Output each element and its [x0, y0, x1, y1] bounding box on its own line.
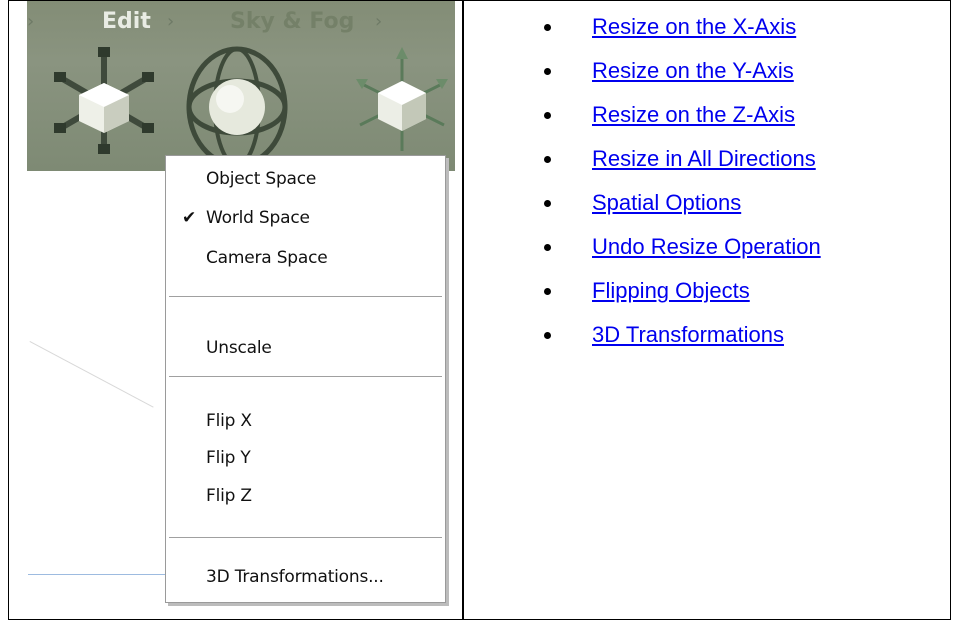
link-3d-transformations[interactable]: 3D Transformations — [592, 313, 784, 357]
menu-separator — [169, 376, 442, 380]
bullet-icon — [544, 244, 551, 251]
bullet-icon — [544, 288, 551, 295]
bullet-icon — [544, 68, 551, 75]
menu-item-flip-x[interactable]: Flip X — [206, 411, 252, 431]
link-flipping-objects[interactable]: Flipping Objects — [592, 269, 750, 313]
menu-item-unscale[interactable]: Unscale — [206, 338, 272, 358]
scale-axes-icon[interactable] — [49, 43, 159, 163]
menu-separator — [169, 537, 442, 541]
screenshot-cell: › Edit › Sky & Fog › Object Space ✔ Worl… — [10, 1, 464, 619]
rotate-gyro-icon[interactable] — [182, 43, 292, 171]
link-undo-resize[interactable]: Undo Resize Operation — [592, 225, 821, 269]
menu-item-3d-transformations[interactable]: 3D Transformations... — [206, 567, 384, 587]
tool-strip: › Edit › Sky & Fog › — [27, 1, 455, 171]
bullet-icon — [544, 332, 551, 339]
menu-item-flip-y[interactable]: Flip Y — [206, 448, 251, 468]
menu-item-object-space[interactable]: Object Space — [206, 169, 316, 189]
layout-table: › Edit › Sky & Fog › Object Space ✔ Worl… — [8, 0, 951, 620]
link-resize-x-axis[interactable]: Resize on the X-Axis — [592, 5, 796, 49]
nav-right-arrow-icon[interactable]: › — [375, 11, 382, 32]
bullet-icon — [544, 200, 551, 207]
sky-fog-nav-label[interactable]: Sky & Fog — [230, 9, 354, 34]
scene-horizon-line — [28, 574, 168, 575]
scale-cube-arrows-icon[interactable] — [352, 43, 452, 163]
link-resize-y-axis[interactable]: Resize on the Y-Axis — [592, 49, 794, 93]
edit-nav-label[interactable]: Edit — [102, 9, 151, 34]
bullet-icon — [544, 24, 551, 31]
menu-item-world-space[interactable]: World Space — [206, 208, 310, 228]
link-resize-z-axis[interactable]: Resize on the Z-Axis — [592, 93, 795, 137]
menu-item-camera-space[interactable]: Camera Space — [206, 248, 328, 268]
nav-arrow-icon[interactable]: › — [167, 11, 174, 32]
links-cell: Resize on the X-Axis Resize on the Y-Axi… — [466, 1, 950, 619]
menu-separator — [169, 296, 442, 300]
scene-guide-line — [29, 341, 154, 408]
link-spatial-options[interactable]: Spatial Options — [592, 181, 741, 225]
transform-context-menu: Object Space ✔ World Space Camera Space … — [165, 155, 446, 603]
bullet-icon — [544, 112, 551, 119]
bullet-icon — [544, 156, 551, 163]
menu-item-flip-z[interactable]: Flip Z — [206, 486, 252, 506]
link-resize-all-directions[interactable]: Resize in All Directions — [592, 137, 816, 181]
nav-left-arrow-icon[interactable]: › — [27, 11, 34, 32]
checkmark-icon: ✔ — [182, 208, 197, 228]
